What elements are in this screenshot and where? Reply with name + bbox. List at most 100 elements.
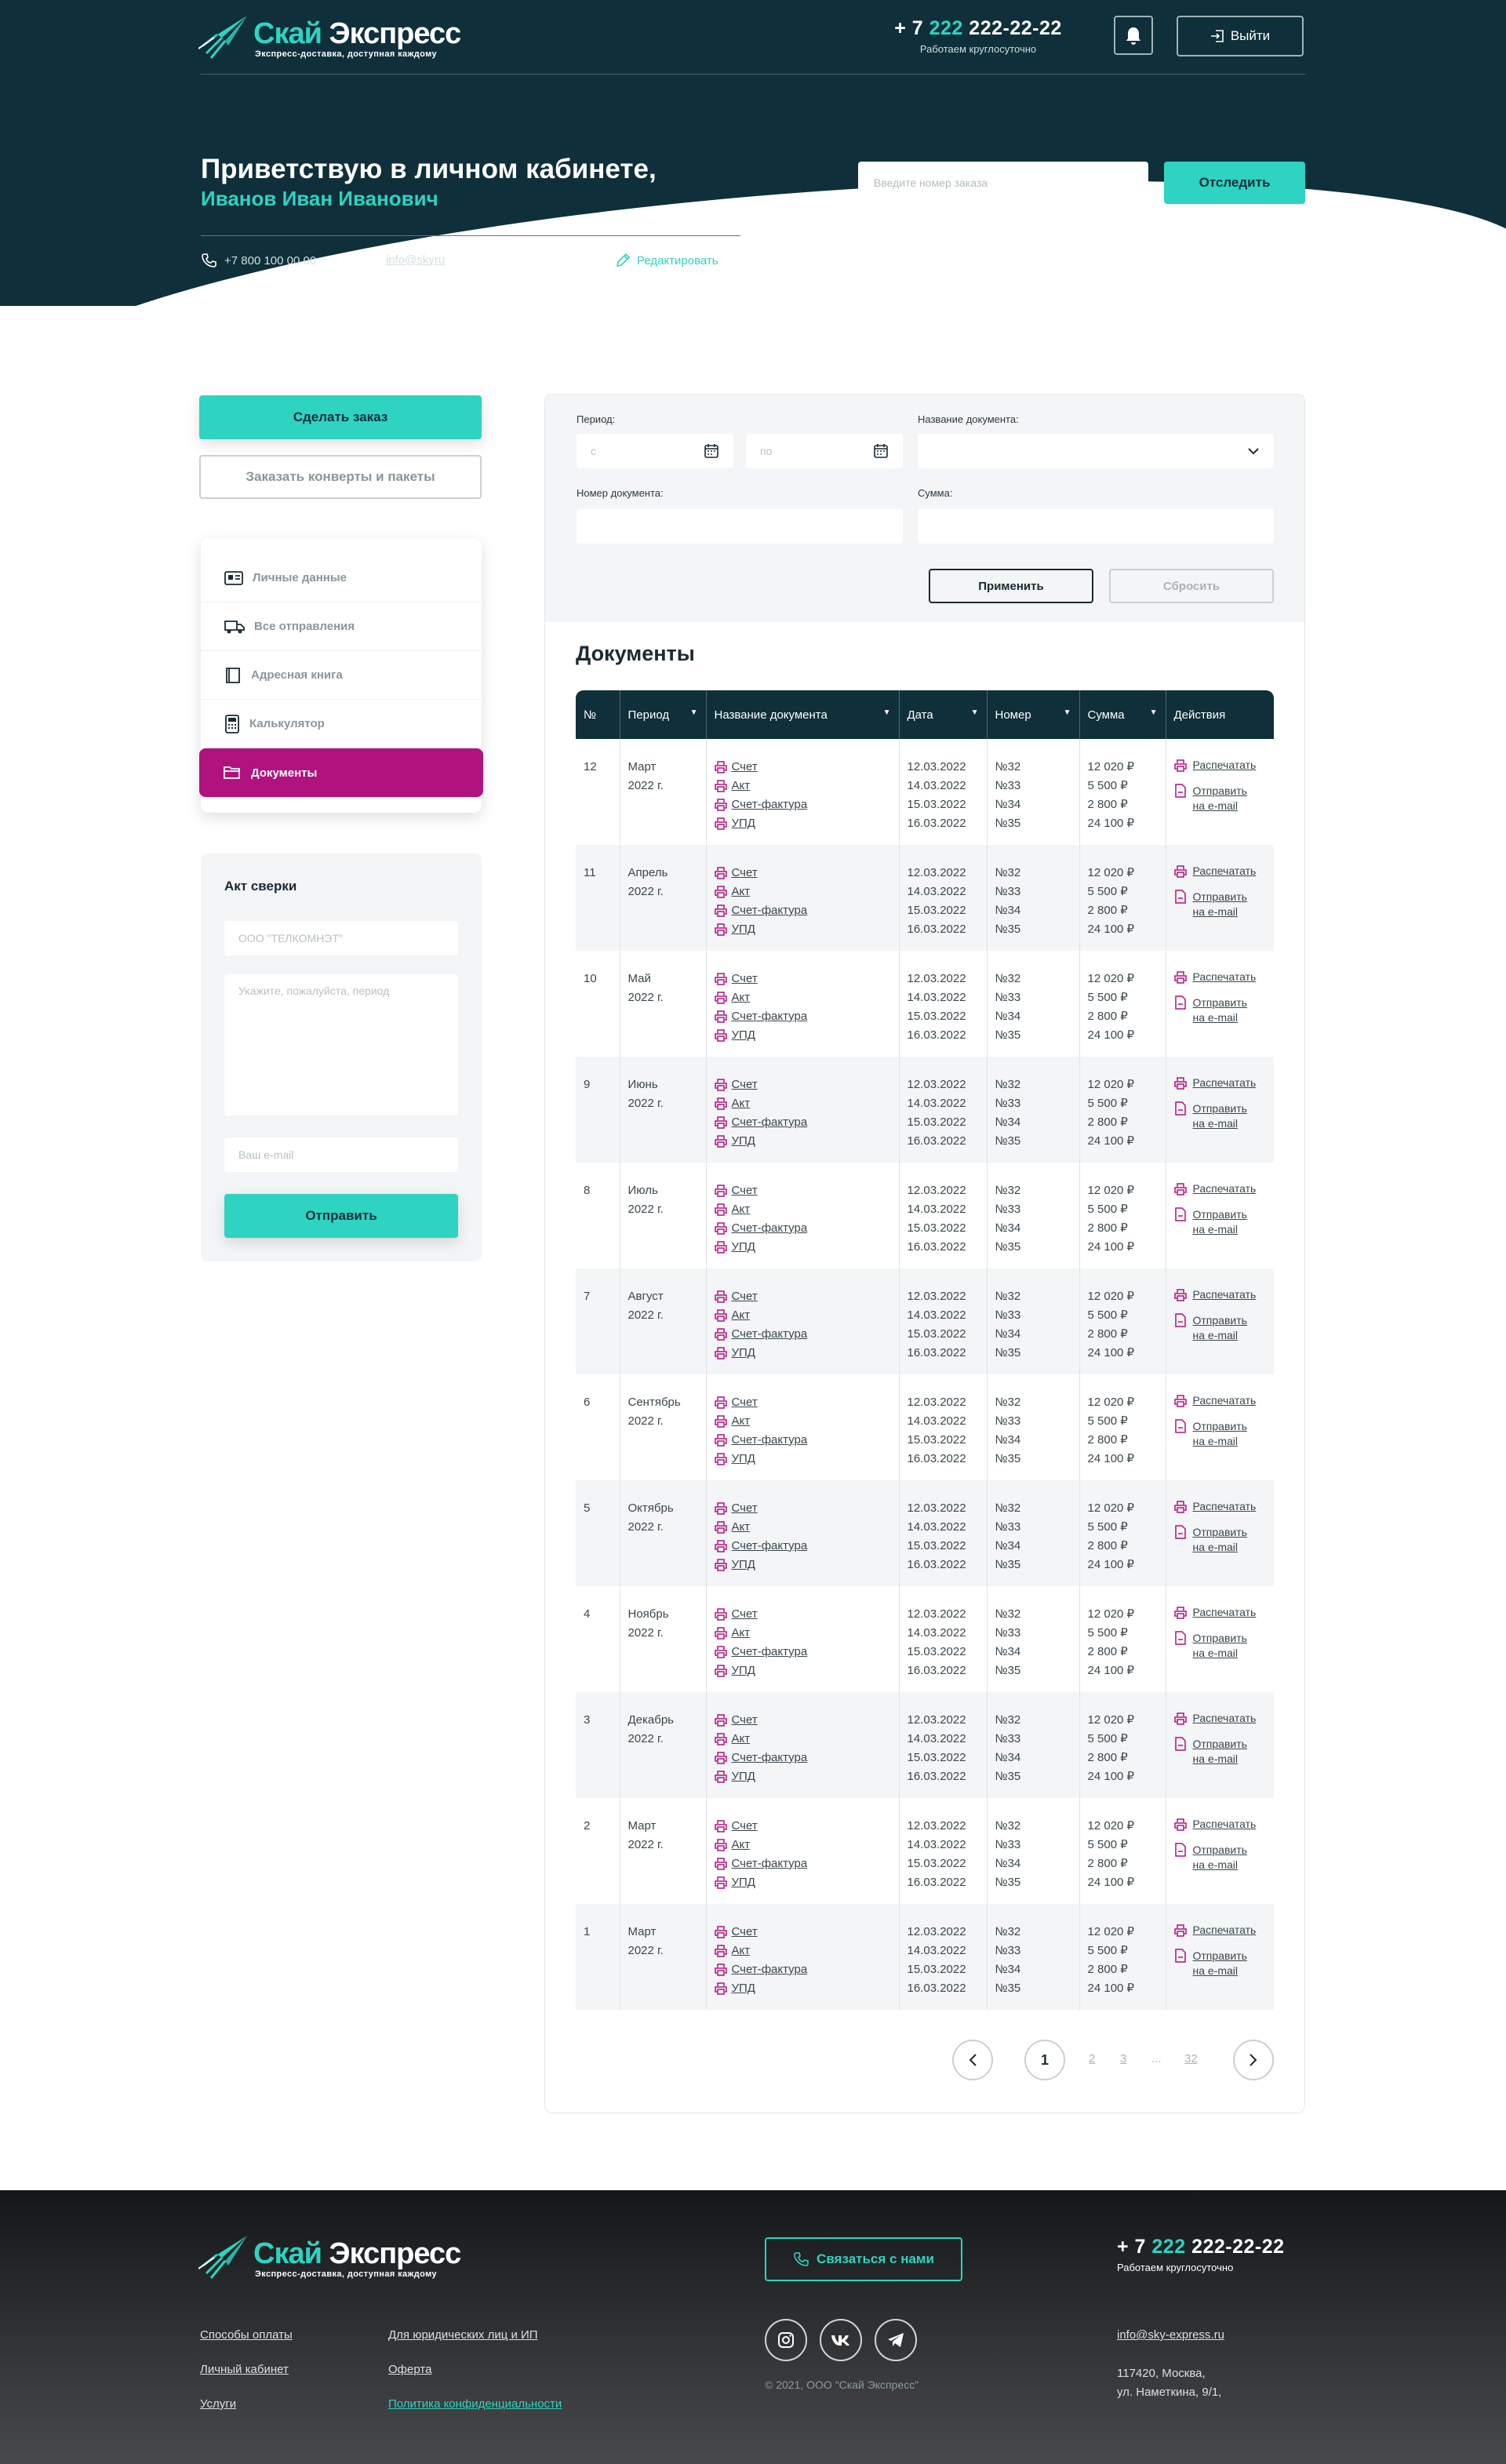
email-action[interactable]: Отправить на e-mail bbox=[1174, 1207, 1267, 1237]
email-action[interactable]: Отправить на e-mail bbox=[1174, 1631, 1267, 1661]
column-header-sum[interactable]: Сумма ▼ bbox=[1079, 690, 1166, 739]
document-link[interactable]: Счет bbox=[714, 1605, 891, 1624]
sidebar-item-shipments[interactable]: Все отправления bbox=[201, 602, 482, 651]
document-link[interactable]: Счет-фактура bbox=[714, 795, 891, 814]
email-action[interactable]: Отправить на e-mail bbox=[1174, 1525, 1267, 1555]
footer-phone-number[interactable]: + 7 222 222-22-22 bbox=[1117, 2236, 1285, 2258]
edit-profile-link[interactable]: Редактировать bbox=[615, 253, 718, 268]
prev-page-button[interactable] bbox=[952, 2040, 993, 2080]
user-phone[interactable]: +7 800 100 00 00 bbox=[201, 253, 316, 268]
document-link[interactable]: Счет bbox=[714, 758, 891, 777]
document-link[interactable]: УПД bbox=[714, 1238, 891, 1257]
sidebar-item-calculator[interactable]: Калькулятор bbox=[201, 700, 482, 748]
telegram-link[interactable] bbox=[875, 2319, 917, 2361]
document-link[interactable]: Счет-фактура bbox=[714, 1854, 891, 1873]
document-link[interactable]: Счет bbox=[714, 1923, 891, 1942]
footer-link-account[interactable]: Личный кабинет bbox=[200, 2363, 289, 2376]
document-link[interactable]: УПД bbox=[714, 814, 891, 833]
user-email[interactable]: info@skyru bbox=[362, 253, 445, 267]
page-button-current[interactable]: 1 bbox=[1024, 2040, 1065, 2080]
print-action[interactable]: Распечатать bbox=[1173, 1817, 1267, 1832]
sort-caret-icon[interactable]: ▼ bbox=[883, 708, 891, 717]
email-action[interactable]: Отправить на e-mail bbox=[1174, 1949, 1267, 1978]
print-action[interactable]: Распечатать bbox=[1173, 758, 1267, 773]
document-link[interactable]: Акт bbox=[714, 1518, 891, 1537]
print-action[interactable]: Распечатать bbox=[1173, 1287, 1267, 1302]
document-link[interactable]: Счет-фактура bbox=[714, 1537, 891, 1556]
calendar-icon[interactable] bbox=[704, 443, 719, 459]
notifications-button[interactable] bbox=[1114, 16, 1153, 55]
document-link[interactable]: Счет bbox=[714, 1393, 891, 1412]
header-phone-number[interactable]: + 7 222 222-22-22 bbox=[888, 17, 1068, 40]
logout-button[interactable]: Выйти bbox=[1177, 16, 1304, 56]
document-link[interactable]: Счет-фактура bbox=[714, 1749, 891, 1767]
document-link[interactable]: УПД bbox=[714, 1979, 891, 1998]
document-link[interactable]: Акт bbox=[714, 1836, 891, 1854]
email-action[interactable]: Отправить на e-mail bbox=[1174, 995, 1267, 1025]
document-link[interactable]: Счет-фактура bbox=[714, 1219, 891, 1238]
track-button[interactable]: Отследить bbox=[1164, 162, 1305, 204]
docnum-input[interactable] bbox=[577, 509, 903, 544]
document-link[interactable]: УПД bbox=[714, 1344, 891, 1363]
document-link[interactable]: УПД bbox=[714, 1767, 891, 1786]
send-reconciliation-button[interactable]: Отправить bbox=[224, 1194, 458, 1238]
email-action[interactable]: Отправить на e-mail bbox=[1174, 1101, 1267, 1131]
print-action[interactable]: Распечатать bbox=[1173, 1181, 1267, 1196]
footer-email[interactable]: info@sky-express.ru bbox=[1117, 2328, 1224, 2342]
document-link[interactable]: Счет-фактура bbox=[714, 1431, 891, 1450]
footer-link-business[interactable]: Для юридических лиц и ИП bbox=[388, 2328, 538, 2342]
document-link[interactable]: Счет-фактура bbox=[714, 1007, 891, 1026]
print-action[interactable]: Распечатать bbox=[1173, 1075, 1267, 1090]
email-action[interactable]: Отправить на e-mail bbox=[1174, 1737, 1267, 1767]
print-action[interactable]: Распечатать bbox=[1173, 1393, 1267, 1408]
document-link[interactable]: Счет bbox=[714, 1711, 891, 1730]
next-page-button[interactable] bbox=[1233, 2040, 1274, 2080]
sidebar-item-addressbook[interactable]: Адресная книга bbox=[201, 651, 482, 700]
document-link[interactable]: УПД bbox=[714, 1132, 891, 1151]
document-link[interactable]: Счет bbox=[714, 1181, 891, 1200]
print-action[interactable]: Распечатать bbox=[1173, 1923, 1267, 1938]
document-link[interactable]: Счет bbox=[714, 1287, 891, 1306]
sort-caret-icon[interactable]: ▼ bbox=[1064, 708, 1071, 717]
company-input[interactable]: ООО "ТЕЛКОМНЭТ" bbox=[224, 921, 458, 955]
sidebar-item-personal[interactable]: Личные данные bbox=[201, 554, 482, 602]
sum-input[interactable] bbox=[918, 509, 1274, 544]
print-action[interactable]: Распечатать bbox=[1173, 970, 1267, 985]
document-link[interactable]: Акт bbox=[714, 1942, 891, 1960]
period-textarea[interactable]: Укажите, пожалуйста, период bbox=[224, 974, 458, 1116]
apply-button[interactable]: Применить bbox=[929, 569, 1093, 603]
email-action[interactable]: Отправить на e-mail bbox=[1174, 1419, 1267, 1449]
header-phone[interactable]: + 7 222 222-22-22 Работаем круглосуточно bbox=[888, 17, 1068, 55]
track-order-input[interactable]: Введите номер заказа bbox=[858, 162, 1148, 204]
document-link[interactable]: Акт bbox=[714, 1730, 891, 1749]
document-link[interactable]: УПД bbox=[714, 1873, 891, 1892]
document-link[interactable]: Счет-фактура bbox=[714, 1643, 891, 1661]
document-link[interactable]: Счет bbox=[714, 1499, 891, 1518]
document-link[interactable]: Счет bbox=[714, 1817, 891, 1836]
print-action[interactable]: Распечатать bbox=[1173, 1605, 1267, 1620]
document-link[interactable]: Счет-фактура bbox=[714, 901, 891, 920]
document-link[interactable]: Счет bbox=[714, 970, 891, 988]
document-link[interactable]: Акт bbox=[714, 1200, 891, 1219]
email-action[interactable]: Отправить на e-mail bbox=[1174, 890, 1267, 919]
email-input[interactable]: Ваш e-mail bbox=[224, 1137, 458, 1172]
docname-select[interactable] bbox=[918, 434, 1274, 468]
sidebar-item-documents[interactable]: Документы bbox=[199, 748, 483, 797]
document-link[interactable]: Счет bbox=[714, 1075, 891, 1094]
column-header-period[interactable]: Период ▼ bbox=[620, 690, 707, 739]
print-action[interactable]: Распечатать bbox=[1173, 864, 1267, 879]
sort-caret-icon[interactable]: ▼ bbox=[690, 708, 698, 717]
email-action[interactable]: Отправить на e-mail bbox=[1174, 784, 1267, 813]
document-link[interactable]: Акт bbox=[714, 1412, 891, 1431]
contact-us-button[interactable]: Связаться с нами bbox=[765, 2237, 962, 2281]
calendar-icon[interactable] bbox=[873, 443, 889, 459]
document-link[interactable]: Счет-фактура bbox=[714, 1960, 891, 1979]
make-order-button[interactable]: Сделать заказ bbox=[199, 395, 482, 439]
sort-caret-icon[interactable]: ▼ bbox=[1150, 708, 1158, 717]
page-button[interactable]: 3 bbox=[1120, 2052, 1126, 2065]
column-header-docnumber[interactable]: Номер ▼ bbox=[987, 690, 1080, 739]
sort-caret-icon[interactable]: ▼ bbox=[971, 708, 979, 717]
reset-button[interactable]: Сбросить bbox=[1109, 569, 1274, 603]
document-link[interactable]: Счет-фактура bbox=[714, 1113, 891, 1132]
column-header-docname[interactable]: Название документа ▼ bbox=[706, 690, 900, 739]
